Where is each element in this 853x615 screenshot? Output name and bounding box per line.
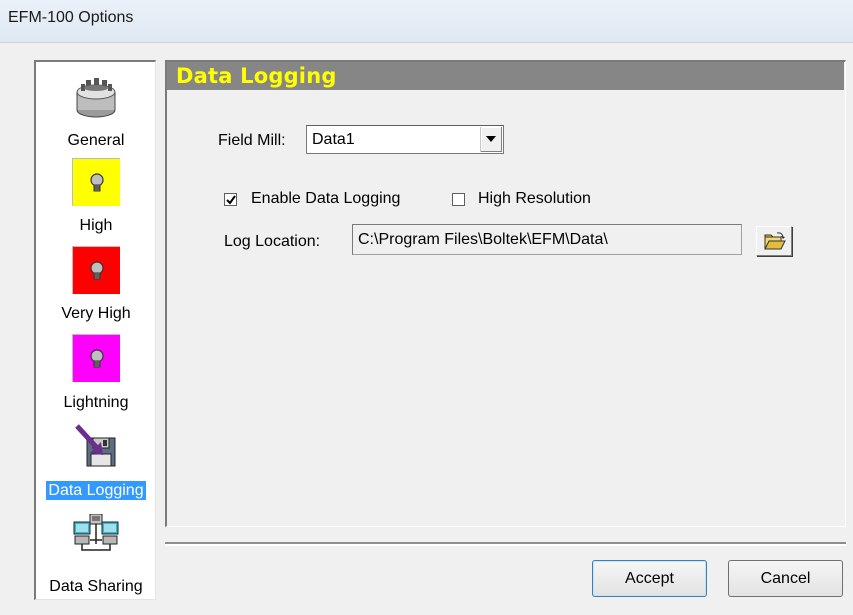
enable-data-logging-checkbox[interactable] [224,193,237,206]
floppy-disk-arrow-icon [73,422,119,475]
sidebar-item-very-high[interactable]: Very High [36,246,156,334]
window-title: EFM-100 Options [8,9,134,26]
sidebar-item-label: General [67,132,125,149]
bulb-icon [72,246,120,294]
sidebar-item-high[interactable]: High [36,158,156,242]
options-sidebar: General High Very High Lightning Data Lo… [34,60,156,600]
panel-header: Data Logging [167,62,844,90]
field-mill-value: Data1 [312,131,355,148]
field-mill-select[interactable]: Data1 [306,125,504,154]
chevron-down-icon[interactable] [480,127,502,152]
sidebar-item-label: Data Logging [46,481,146,500]
panel-title: Data Logging [176,64,337,88]
cancel-button[interactable]: Cancel [728,560,843,597]
sidebar-item-label: Data Sharing [49,578,143,595]
sidebar-item-label: Lightning [63,394,129,411]
bulb-icon [72,158,120,206]
data-logging-panel: Data Logging Field Mill: Data1 Enable Da… [165,60,846,527]
sidebar-item-label: High [79,217,113,234]
network-computers-icon [72,513,120,559]
high-resolution-checkbox[interactable] [452,193,465,206]
field-mill-label: Field Mill: [218,132,286,149]
field-mill-device-icon [72,74,120,125]
log-location-label: Log Location: [224,233,321,250]
log-location-value: C:\Program Files\Boltek\EFM\Data\ [358,231,608,248]
enable-data-logging-label[interactable]: Enable Data Logging [251,190,400,208]
sidebar-item-data-logging[interactable]: Data Logging [36,422,156,506]
sidebar-item-general[interactable]: General [36,68,156,154]
sidebar-item-data-sharing[interactable]: Data Sharing [36,512,156,598]
window-titlebar: EFM-100 Options [0,0,853,43]
accept-button[interactable]: Accept [592,560,707,597]
sidebar-item-label: Very High [61,305,131,322]
log-location-field[interactable]: C:\Program Files\Boltek\EFM\Data\ [352,224,742,255]
high-resolution-label[interactable]: High Resolution [478,190,591,208]
browse-folder-button[interactable] [756,226,792,256]
sidebar-item-lightning[interactable]: Lightning [36,334,156,418]
separator-highlight [165,544,846,546]
bulb-icon [72,334,120,382]
